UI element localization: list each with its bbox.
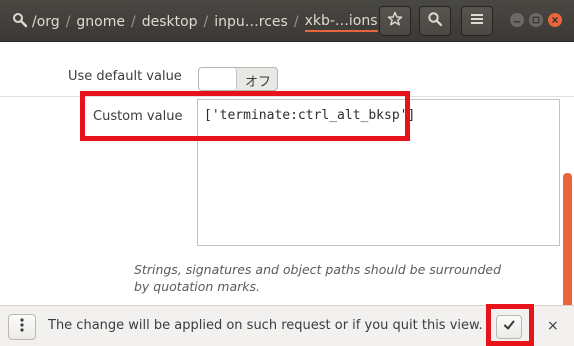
more-options-button[interactable] [8,314,36,340]
breadcrumb-separator: / [130,14,136,30]
switch-knob [199,68,237,90]
magnifier-logo-icon [12,12,28,28]
breadcrumb-desktop[interactable]: desktop [142,14,198,30]
bookmark-button[interactable] [379,6,411,36]
maximize-icon [532,13,540,28]
breadcrumb: /org / gnome / desktop / inpu…rces / xkb… [32,12,378,32]
breadcrumb-separator: / [203,14,209,30]
menu-button[interactable] [461,6,493,36]
close-icon [551,13,559,28]
breadcrumb-gnome[interactable]: gnome [76,14,125,30]
use-default-switch[interactable]: オフ [198,67,278,91]
header-bar: /org / gnome / desktop / inpu…rces / xkb… [0,0,574,42]
pending-change-message: The change will be applied on such reque… [48,318,483,333]
vertical-dots-icon [20,318,24,336]
minimize-icon [513,13,521,28]
use-default-label: Use default value [68,69,182,84]
star-icon [387,11,403,31]
minimize-button[interactable] [510,13,524,27]
breadcrumb-separator: / [65,14,71,30]
breadcrumb-org[interactable]: /org [32,14,60,30]
key-editor-panel: Use default value オフ Custom value ['term… [0,43,574,343]
dismiss-button[interactable]: × [547,318,559,334]
close-window-button[interactable] [548,13,562,27]
maximize-button[interactable] [529,13,543,27]
switch-state-label: オフ [245,75,272,90]
custom-value-annotation [80,91,410,141]
search-button[interactable] [419,6,451,36]
breadcrumb-separator: / [293,14,299,30]
apply-annotation [486,304,534,346]
search-icon [427,11,443,31]
hamburger-icon [470,12,484,30]
breadcrumb-xkb-options[interactable]: xkb-…ions [304,13,378,32]
quotation-hint: Strings, signatures and object paths sho… [134,262,502,294]
breadcrumb-input-sources[interactable]: inpu…rces [214,14,288,30]
